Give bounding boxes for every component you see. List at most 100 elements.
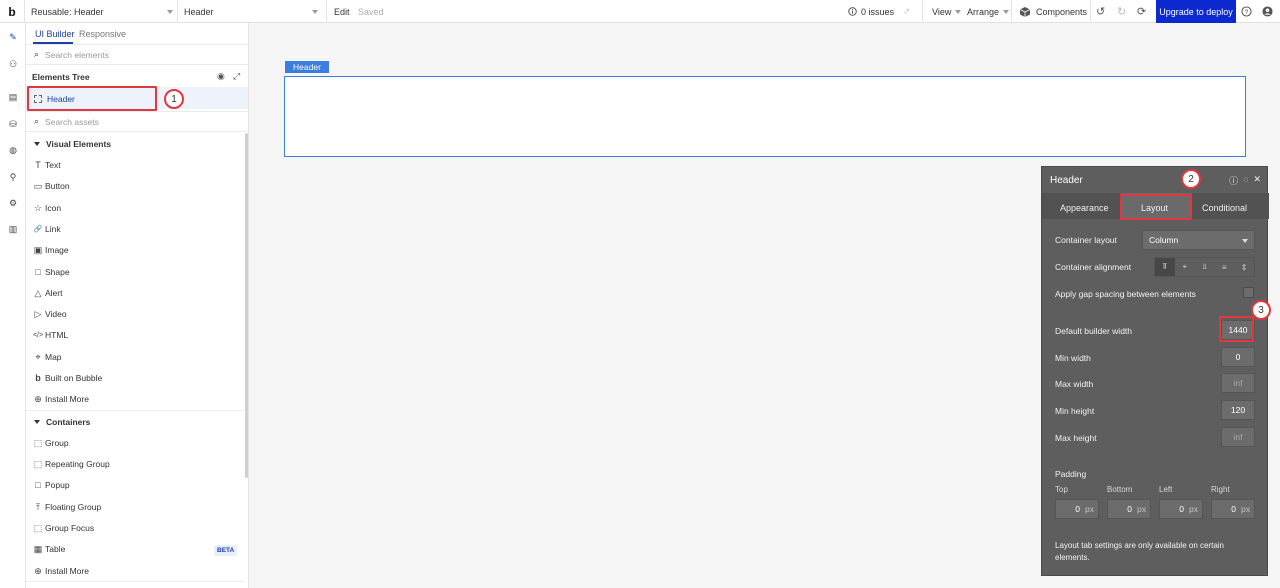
palette-item-label: Repeating Group: [45, 459, 110, 469]
shape-icon: □: [35, 267, 41, 277]
components-button[interactable]: Components: [1019, 0, 1087, 23]
styles-icon[interactable]: ◍: [7, 144, 19, 156]
property-editor-title: Header: [1050, 175, 1083, 186]
left-rail: ✎ ⚇ ▤ ⛁ ◍ ⚲ ⚙ ▥: [0, 23, 26, 588]
element-selector[interactable]: Header: [184, 0, 320, 23]
canvas-header-element[interactable]: [284, 76, 1246, 157]
padding-left-input[interactable]: 0 px: [1159, 499, 1203, 519]
plus-circle-icon: ⊕: [34, 393, 42, 404]
min-width-input[interactable]: 0: [1221, 347, 1255, 367]
palette-item-icon[interactable]: ☆ Icon: [32, 201, 61, 215]
database-icon[interactable]: ⛁: [7, 118, 19, 130]
arrange-menu[interactable]: Arrange: [967, 0, 1010, 23]
chevron-down-icon: [167, 10, 173, 14]
align-top-icon[interactable]: ⫪: [1155, 258, 1175, 276]
palette-item-repeating-group[interactable]: ⬚ Repeating Group: [32, 457, 110, 471]
settings-gear-icon[interactable]: ⚙: [7, 197, 19, 209]
padding-bottom-input[interactable]: 0 px: [1107, 499, 1151, 519]
padding-right-input[interactable]: 0 px: [1211, 499, 1255, 519]
data-icon[interactable]: ▤: [7, 91, 19, 103]
palette-item-link[interactable]: 🔗 Link: [32, 222, 61, 236]
workflow-icon[interactable]: ⚇: [7, 58, 19, 70]
palette-item-label: Text: [45, 160, 61, 170]
bubble-logo[interactable]: b: [0, 0, 24, 23]
palette-item-html[interactable]: </> HTML: [32, 328, 68, 342]
container-alignment-label: Container alignment: [1055, 262, 1132, 272]
palette-item-floating-group[interactable]: ⤒ Floating Group: [32, 500, 101, 514]
gap-spacing-label: Apply gap spacing between elements: [1055, 289, 1196, 299]
search-assets-field[interactable]: ⌕ Search assets: [26, 111, 248, 132]
info-icon: [848, 7, 857, 16]
expand-icon[interactable]: ⤢: [233, 71, 240, 82]
palette-item-video[interactable]: ▷ Video: [32, 307, 67, 321]
palette-item-button[interactable]: ▭ Button: [32, 179, 70, 193]
design-pencil-icon[interactable]: ✎: [7, 31, 19, 43]
field-label: Max width: [1055, 379, 1094, 389]
visual-elements-toggle[interactable]: Visual Elements: [34, 139, 111, 149]
help-icon[interactable]: ?: [1241, 0, 1252, 23]
table-icon: ▦: [33, 543, 43, 554]
align-bottom-icon[interactable]: ⫫: [1194, 258, 1215, 276]
padding-top-input[interactable]: 0 px: [1055, 499, 1099, 519]
page-selector-label: Reusable: Header: [31, 6, 104, 17]
gap-spacing-checkbox[interactable]: [1243, 287, 1254, 298]
palette-item-table[interactable]: ▦ Table: [32, 542, 66, 556]
annotation-box-1: [27, 86, 157, 111]
info-icon[interactable]: ⓘ: [1229, 174, 1238, 187]
containers-toggle[interactable]: Containers: [34, 417, 90, 427]
annotation-box-2: [1120, 194, 1191, 220]
refresh-icon[interactable]: ⟳: [1137, 0, 1146, 23]
canvas-header-label[interactable]: Header: [285, 61, 329, 73]
panel-scrollbar[interactable]: [245, 133, 248, 478]
palette-item-image[interactable]: ▣ Image: [32, 243, 69, 257]
annotation-marker-3: 3: [1251, 300, 1271, 320]
logs-chart-icon[interactable]: ▥: [7, 223, 19, 235]
palette-item-shape[interactable]: □ Shape: [32, 265, 70, 279]
palette-item-built-on-bubble[interactable]: b Built on Bubble: [32, 371, 102, 385]
palette-item-label: Floating Group: [45, 502, 102, 512]
field-label: Default builder width: [1055, 326, 1133, 336]
container-layout-dropdown[interactable]: Column: [1142, 230, 1255, 250]
palette-item-alert[interactable]: △ Alert: [32, 286, 63, 300]
close-icon[interactable]: ✕: [1253, 174, 1261, 187]
palette-item-install-more-containers[interactable]: ⊕ Install More: [32, 564, 89, 578]
cursor-icon[interactable]: ➚: [903, 0, 911, 23]
edit-menu[interactable]: Edit: [334, 0, 350, 23]
bubble-b-icon: b: [35, 373, 41, 383]
palette-item-group[interactable]: ⬚ Group: [32, 436, 69, 450]
containers-title: Containers: [46, 417, 91, 427]
padding-value: 0: [1179, 504, 1185, 514]
annotation-box-3: [1219, 316, 1254, 342]
view-menu[interactable]: View: [932, 0, 962, 23]
tab-appearance[interactable]: Appearance: [1060, 203, 1109, 213]
max-height-input[interactable]: inf: [1221, 427, 1255, 447]
align-center-icon[interactable]: ⌖: [1174, 258, 1195, 276]
undo-icon[interactable]: ↺: [1096, 0, 1105, 23]
palette-item-install-more[interactable]: ⊕ Install More: [32, 392, 89, 406]
palette-item-map[interactable]: ⌖ Map: [32, 350, 61, 364]
eye-icon[interactable]: ◉: [217, 71, 225, 82]
chevron-down-icon: [1242, 239, 1248, 243]
palette-item-popup[interactable]: □ Popup: [32, 478, 69, 492]
tab-responsive[interactable]: Responsive: [79, 29, 126, 39]
account-icon[interactable]: [1262, 0, 1273, 23]
comment-icon[interactable]: ◌: [1243, 174, 1248, 187]
tab-ui-builder[interactable]: UI Builder: [35, 29, 75, 39]
palette-item-group-focus[interactable]: ⬚ Group Focus: [32, 521, 94, 535]
issues-indicator[interactable]: 0 issues: [848, 0, 894, 23]
align-stretch-icon[interactable]: ⇕: [1234, 258, 1254, 276]
tab-conditional[interactable]: Conditional: [1202, 203, 1247, 213]
align-distribute-icon[interactable]: ≡: [1214, 258, 1235, 276]
palette-item-text[interactable]: T Text: [32, 158, 61, 172]
plugins-icon[interactable]: ⚲: [7, 171, 19, 183]
redo-icon[interactable]: ↻: [1117, 0, 1126, 23]
min-height-input[interactable]: 120: [1221, 400, 1255, 420]
max-width-input[interactable]: inf: [1221, 373, 1255, 393]
upgrade-button[interactable]: Upgrade to deploy: [1156, 0, 1236, 23]
page-selector[interactable]: Reusable: Header: [31, 0, 173, 23]
annotation-marker-1: 1: [164, 89, 184, 109]
palette-item-label: HTML: [45, 330, 69, 340]
palette-item-label: Link: [45, 224, 61, 234]
search-elements-field[interactable]: ⌕ Search elements: [26, 44, 248, 65]
palette-item-label: Shape: [45, 267, 70, 277]
